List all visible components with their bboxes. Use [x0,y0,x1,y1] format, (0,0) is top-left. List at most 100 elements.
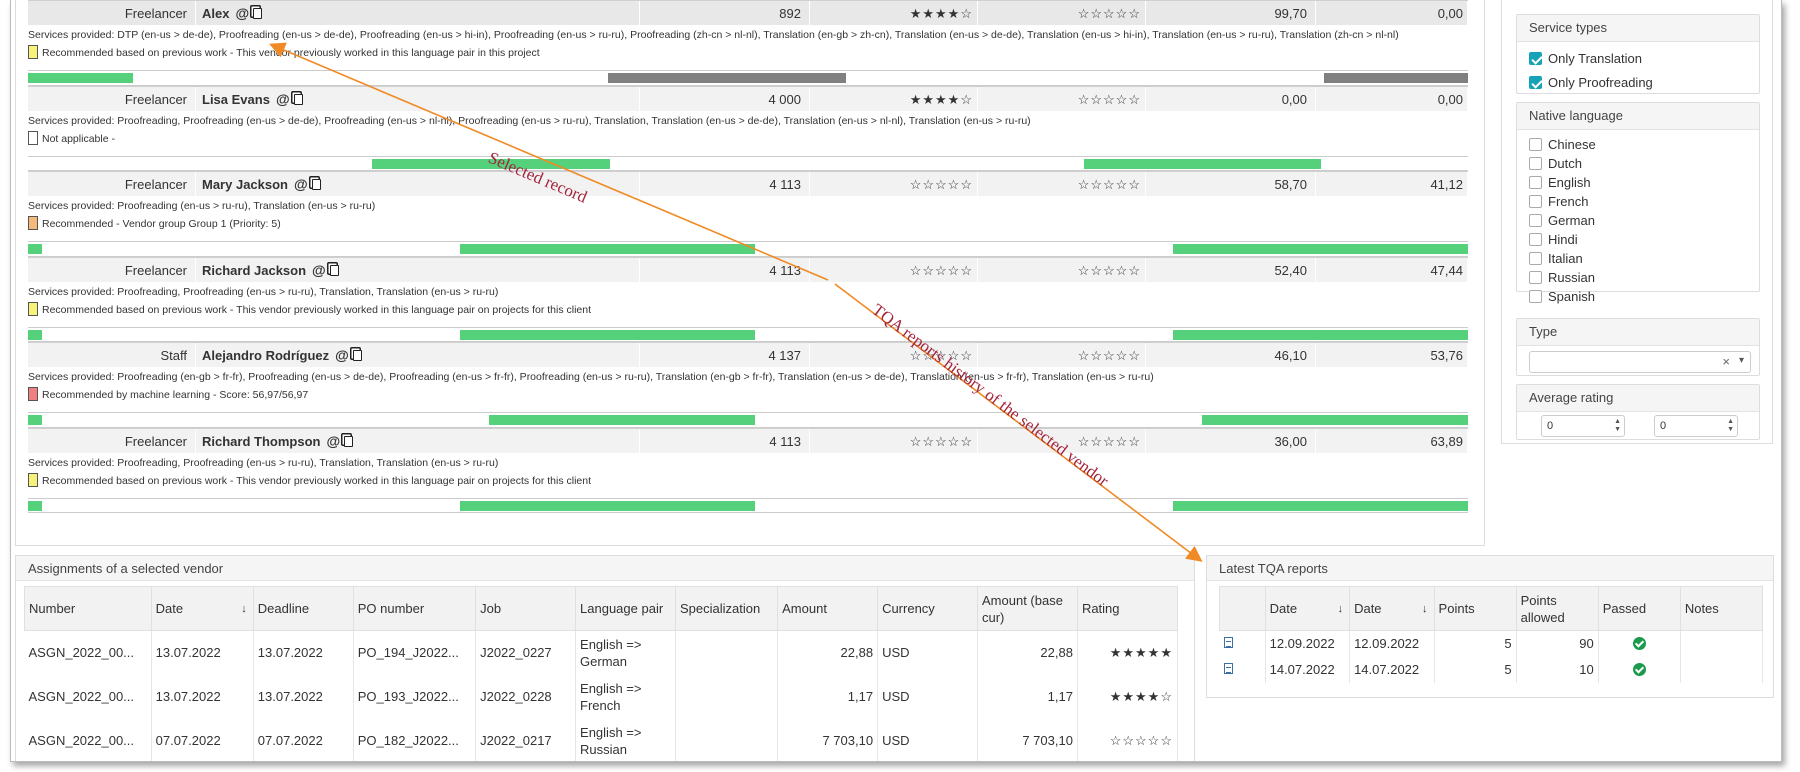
column-header[interactable]: Points allowed [1515,586,1599,631]
language-option-russian[interactable]: Russian [1517,268,1759,287]
copy-icon[interactable] [352,350,362,361]
language-option-german[interactable]: German [1517,211,1759,230]
document-icon[interactable] [1223,637,1233,649]
language-option-chinese[interactable]: Chinese [1517,135,1759,154]
table-row[interactable]: 14.07.2022 14.07.2022 5 10 [1219,656,1764,683]
language-option-french[interactable]: French [1517,192,1759,211]
email-icon[interactable]: @ [294,172,308,197]
copy-icon[interactable] [329,264,339,276]
column-header[interactable]: Date ↓ [1264,586,1351,631]
column-header[interactable]: Deadline [252,586,354,631]
vendor-rating-1: ★★★★☆ [810,1,978,26]
vendor-row-header[interactable]: Freelancer 4 113 ☆☆☆☆☆ ☆☆☆☆☆ 52,40 47,44 Richa… [28,256,1468,283]
column-header[interactable]: Notes [1679,586,1764,631]
language-option-italian[interactable]: Italian [1517,249,1759,268]
table-row[interactable]: ASGN_2022_00... 13.07.2022 13.07.2022 PO_19… [24,630,1179,675]
vendor-row[interactable]: Freelancer 4 113 ☆☆☆☆☆ ☆☆☆☆☆ 52,40 47,44 Richa… [28,256,1468,342]
checkbox[interactable] [1529,157,1542,170]
vendor-row-header[interactable]: Freelancer 4 113 ☆☆☆☆☆ ☆☆☆☆☆ 36,00 63,89 Richa… [28,427,1468,454]
copy-icon[interactable] [293,93,303,105]
column-header[interactable]: Date ↓ [150,586,254,631]
rating-max-input[interactable]: 0 ▲ ▼ [1654,415,1738,437]
email-icon[interactable]: @ [335,343,349,368]
vendor-name[interactable]: Lisa Evans [202,92,270,107]
sort-desc-icon[interactable]: ↓ [1338,601,1344,618]
language-option-dutch[interactable]: Dutch [1517,154,1759,173]
column-header[interactable]: Date ↓ [1349,586,1435,631]
vendor-name[interactable]: Richard Jackson [202,263,306,278]
email-icon[interactable]: @ [326,429,340,454]
vendor-row-header[interactable]: Freelancer 4 000 ★★★★☆ ☆☆☆☆☆ 0,00 0,00 Lisa Ev… [28,85,1468,112]
filter-option-only-proofreading[interactable]: Only Proofreading [1517,71,1759,95]
checkbox[interactable] [1529,271,1542,284]
report-cell[interactable] [1219,656,1266,683]
document-icon[interactable] [1223,663,1233,674]
email-icon[interactable]: @ [276,87,290,112]
checkbox[interactable] [1529,138,1542,151]
spinner-icon[interactable]: ▲ ▼ [1614,418,1621,434]
column-header[interactable]: Currency [877,586,978,631]
recommendation: Not applicable - [28,130,115,145]
rating-min-value: 0 [1547,420,1554,432]
vendor-row[interactable]: Freelancer 4 113 ☆☆☆☆☆ ☆☆☆☆☆ 36,00 63,89 Richa… [28,427,1468,513]
email-icon[interactable]: @ [312,258,326,283]
table-row[interactable]: ASGN_2022_00... 13.07.2022 13.07.2022 PO_19… [24,674,1179,719]
filter-option-only-translation[interactable]: Only Translation [1517,47,1759,71]
vendor-score-bars [28,155,1468,169]
table-row[interactable]: ASGN_2022_00... 07.07.2022 07.07.2022 PO_18… [24,718,1179,761]
vendor-name[interactable]: Alex [202,6,229,21]
table-row[interactable]: 12.09.2022 12.09.2022 5 90 [1219,630,1764,657]
spinner-icon[interactable]: ▲ ▼ [1727,418,1734,434]
column-header[interactable] [1219,586,1266,631]
language-option-hindi[interactable]: Hindi [1517,230,1759,249]
vendor-row[interactable]: Freelancer 4 000 ★★★★☆ ☆☆☆☆☆ 0,00 0,00 Lisa Ev… [28,85,1468,171]
cell-currency: USD [877,630,978,675]
column-header-label: Job [480,601,502,616]
checkbox[interactable] [1529,76,1542,89]
vendor-row[interactable]: Staff 4 137 ☆☆☆☆☆ ☆☆☆☆☆ 46,10 53,76 Alejandro … [28,342,1468,428]
language-option-spanish[interactable]: Spanish [1517,287,1759,306]
sort-desc-icon[interactable]: ↓ [241,601,247,618]
column-header[interactable]: Specialization [674,586,779,631]
column-header[interactable]: Amount (base cur) [977,586,1078,631]
checkbox[interactable] [1529,233,1542,246]
checkbox[interactable] [1529,195,1542,208]
vendor-value-2: 0,00 [1316,86,1468,112]
report-cell[interactable] [1219,630,1266,657]
type-select[interactable]: × ▾ [1529,351,1751,373]
copy-icon[interactable] [344,435,354,447]
type-filter: Type × ▾ [1516,318,1760,376]
checkbox[interactable] [1529,176,1542,189]
vendor-name[interactable]: Alejandro Rodríguez [202,348,329,363]
column-header[interactable]: PO number [352,586,477,631]
column-header[interactable]: Job [475,586,577,631]
column-header[interactable]: Amount [777,586,879,631]
vendor-row-header[interactable]: Freelancer 4 113 ☆☆☆☆☆ ☆☆☆☆☆ 58,70 41,12 Mary … [28,171,1468,197]
sort-desc-icon[interactable]: ↓ [1422,601,1428,618]
vendor-row[interactable]: Freelancer 892 ★★★★☆ ☆☆☆☆☆ 99,70 0,00 Alex @ Ser… [28,0,1468,86]
column-header[interactable]: Rating [1076,586,1179,631]
column-header[interactable]: Points [1433,586,1517,631]
email-icon[interactable]: @ [235,1,249,26]
checkbox[interactable] [1529,290,1542,303]
rating-min-input[interactable]: 0 ▲ ▼ [1541,415,1625,437]
column-header[interactable]: Number [24,586,152,631]
chevron-down-icon[interactable]: ▾ [1739,355,1744,366]
column-header[interactable]: Language pair [575,586,676,631]
copy-icon[interactable] [253,8,263,19]
cell-points-allowed: 10 [1516,656,1599,683]
vendor-name[interactable]: Richard Thompson [202,434,320,449]
copy-icon[interactable] [311,179,321,190]
checkbox[interactable] [1529,214,1542,227]
checkbox[interactable] [1529,252,1542,265]
average-rating-filter: Average rating 0 ▲ ▼ 0 ▲ ▼ [1516,384,1760,440]
vendor-row[interactable]: Freelancer 4 113 ☆☆☆☆☆ ☆☆☆☆☆ 58,70 41,12 Mary … [28,171,1468,257]
vendor-row-header[interactable]: Staff 4 137 ☆☆☆☆☆ ☆☆☆☆☆ 46,10 53,76 Alejandro … [28,342,1468,368]
checkbox[interactable] [1529,52,1542,65]
service-types-title: Service types [1517,15,1759,42]
column-header[interactable]: Passed [1597,586,1681,631]
vendor-row-header[interactable]: Freelancer 892 ★★★★☆ ☆☆☆☆☆ 99,70 0,00 Alex @ [28,0,1468,26]
vendor-name[interactable]: Mary Jackson [202,177,288,192]
language-option-english[interactable]: English [1517,173,1759,192]
clear-icon[interactable]: × [1722,354,1730,369]
